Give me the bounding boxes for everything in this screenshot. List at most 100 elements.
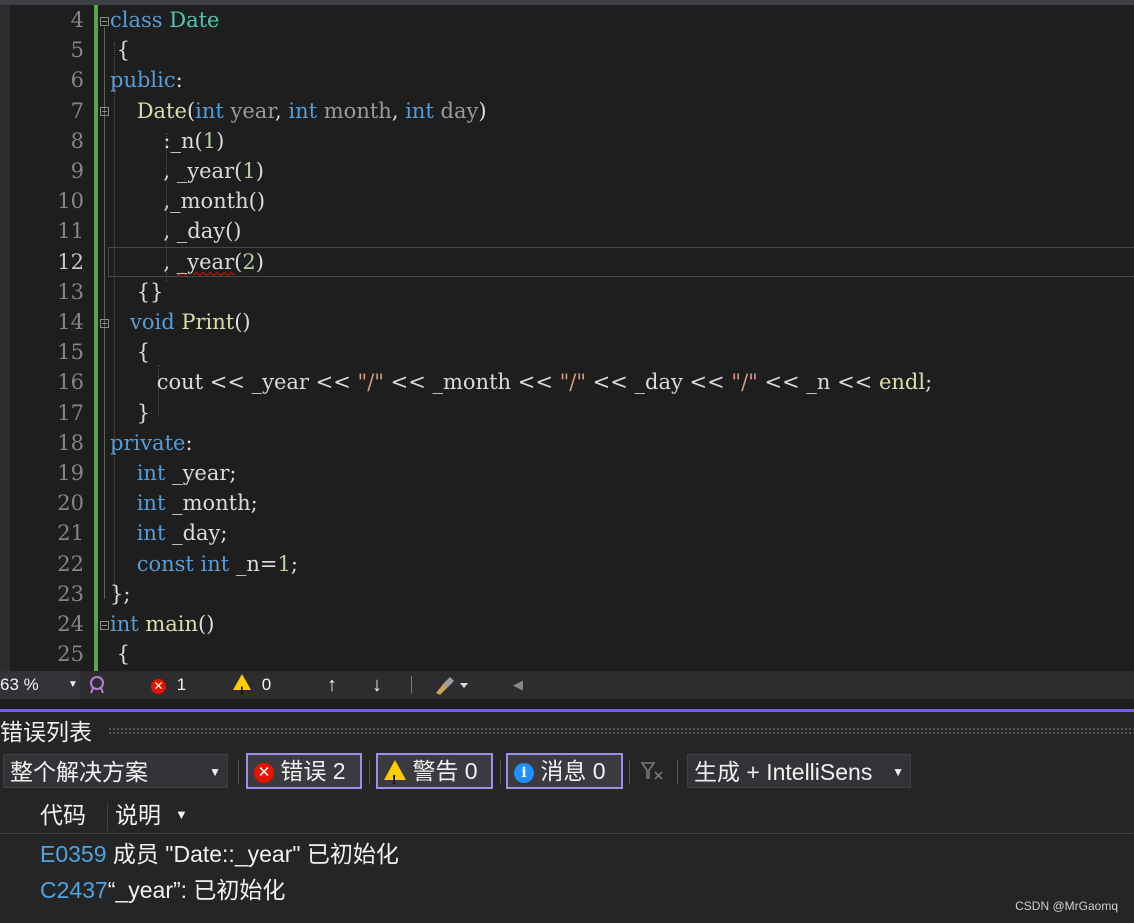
collapse-print-icon[interactable] (100, 319, 109, 328)
code-token: int (110, 612, 146, 636)
collapse-main-icon[interactable] (100, 621, 109, 630)
code-line[interactable]: int _year; (110, 458, 237, 488)
code-token: _year (176, 249, 235, 274)
code-token: Print (181, 310, 235, 334)
watermark: CSDN @MrGaomq (1015, 899, 1118, 913)
collapse-class-icon[interactable] (100, 17, 109, 26)
code-token: public (110, 68, 176, 93)
code-token: { (110, 340, 151, 365)
warnings-filter-button[interactable]: ! 警告 0 (376, 753, 493, 789)
code-line[interactable]: }; (110, 579, 130, 609)
code-line[interactable]: { (110, 35, 130, 65)
error-row[interactable]: E0359 成员 "Date::_year" 已初始化 (40, 837, 399, 871)
code-line[interactable]: int _month; (110, 488, 258, 518)
column-header-code[interactable]: 代码 (40, 797, 86, 833)
code-line[interactable]: , _day() (110, 216, 241, 246)
code-line[interactable]: void Print() (110, 307, 251, 337)
warning-icon: ! (384, 760, 406, 787)
code-token: ; (290, 551, 298, 576)
column-header-description[interactable]: 说明 (115, 797, 161, 833)
code-token: << (682, 370, 732, 395)
code-token: _day (165, 521, 221, 546)
scroll-left-icon[interactable]: ◀ (513, 671, 523, 699)
code-token: ; (925, 370, 933, 395)
code-token: 1 (277, 551, 291, 576)
code-line[interactable]: int main() (110, 609, 214, 639)
code-token: () (225, 219, 242, 244)
code-token: class (110, 8, 170, 32)
code-line[interactable]: int _day; (110, 518, 228, 548)
errors-filter-button[interactable]: ✕ 错误 2 (246, 753, 362, 789)
line-number: 24 (57, 612, 84, 636)
line-number: 15 (57, 340, 84, 365)
next-issue-button[interactable]: ↓ (372, 671, 382, 699)
code-token: _n (806, 370, 831, 395)
code-token: _year (165, 461, 230, 485)
error-code: C2437 (40, 877, 108, 903)
code-token: : (175, 68, 183, 93)
line-number: 12 (57, 249, 84, 274)
code-token: void (130, 310, 182, 334)
toolbar-separator (500, 760, 501, 784)
code-token: "/" (559, 370, 586, 395)
code-line[interactable]: public: (110, 65, 183, 95)
code-token: year (223, 98, 276, 123)
code-token: Date (169, 8, 220, 32)
editor-margin (0, 5, 10, 671)
code-token: { (110, 38, 131, 63)
zoom-dropdown-icon[interactable]: ▼ (68, 671, 78, 699)
code-line[interactable]: ,_month() (110, 186, 265, 216)
error-count-indicator[interactable]: ✕ 1 (151, 671, 186, 699)
code-token: endl (878, 370, 926, 395)
messages-filter-label: 消息 0 (540, 758, 606, 784)
previous-issue-button[interactable]: ↑ (327, 671, 337, 699)
line-number: 5 (70, 38, 84, 63)
sort-dropdown-icon[interactable]: ▼ (175, 797, 188, 833)
code-token: << (309, 370, 358, 395)
code-line[interactable]: , _year(2) (110, 247, 264, 277)
code-token: } (110, 400, 151, 425)
code-token: ) (255, 249, 264, 274)
messages-filter-button[interactable]: i 消息 0 (506, 753, 623, 789)
scope-dropdown[interactable]: 整个解决方案 ▼ (3, 754, 228, 788)
code-analysis-icon[interactable] (88, 671, 106, 699)
code-line[interactable]: , _year(1) (110, 156, 264, 186)
code-line[interactable]: private: (110, 428, 193, 458)
code-line[interactable]: { (110, 639, 130, 669)
source-value: 生成 + IntelliSens (694, 759, 873, 785)
error-list-header: 代码 说明 ▼ (0, 797, 1134, 834)
panel-splitter[interactable] (0, 699, 1134, 712)
code-token: 1 (202, 128, 217, 153)
code-line[interactable]: class Date (110, 5, 219, 35)
panel-drag-handle[interactable] (108, 727, 1134, 735)
code-token: day (433, 98, 479, 123)
code-line[interactable]: :_n(1) (110, 126, 224, 156)
errors-filter-label: 错误 2 (280, 758, 346, 784)
code-line[interactable]: } (110, 398, 150, 428)
code-token: _year (251, 370, 309, 395)
code-line[interactable]: Date(int year, int month, int day) (110, 96, 487, 126)
code-cleanup-button[interactable] (432, 671, 472, 699)
code-token: { (110, 642, 131, 667)
code-line[interactable]: cout << _year << "/" << _month << "/" <<… (110, 367, 932, 397)
error-row[interactable]: C2437“_year”: 已初始化 (40, 873, 285, 907)
code-line[interactable]: { (110, 337, 150, 367)
code-line[interactable]: {} (110, 277, 164, 307)
collapse-constructor-icon[interactable] (100, 107, 109, 116)
error-description: 成员 "Date::_year" 已初始化 (106, 841, 399, 867)
code-token: ; (250, 491, 258, 516)
filter-icon[interactable] (640, 760, 664, 789)
column-separator[interactable] (107, 803, 108, 831)
code-editor[interactable]: 4 5 6 7 8 9 10 11 12 13 14 15 16 17 18 19 20 21 22 23 24 25 c… (0, 5, 1134, 671)
source-dropdown[interactable]: 生成 + IntelliSens ▼ (687, 754, 911, 788)
code-line[interactable]: const int _n=1; (110, 549, 298, 579)
code-token: _month (170, 189, 249, 214)
warning-count-indicator[interactable]: ! 0 (233, 671, 271, 699)
code-token: 1 (242, 159, 256, 183)
code-token: _month (432, 370, 512, 395)
line-number: 7 (70, 98, 84, 123)
code-token: private (110, 430, 186, 455)
